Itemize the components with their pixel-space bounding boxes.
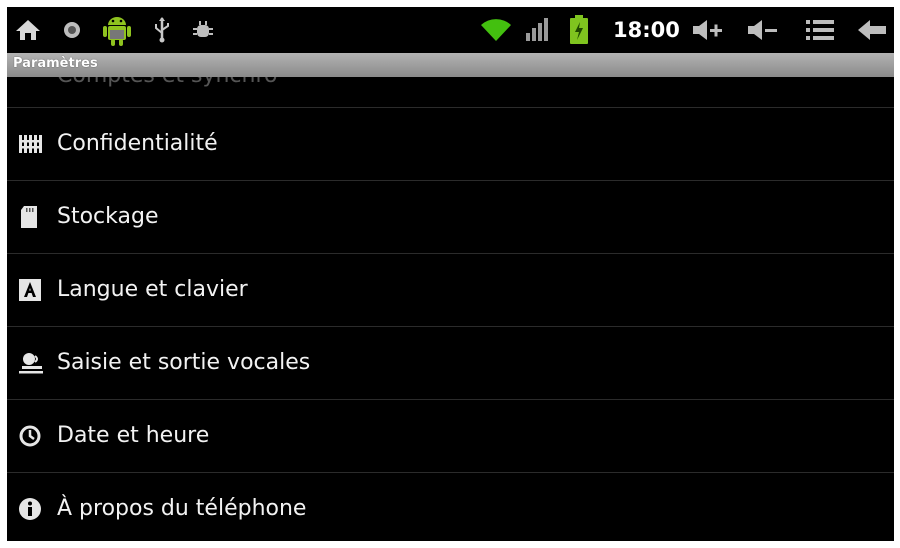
list-item-label: Comptes et synchro — [57, 77, 277, 88]
list-item-accounts-sync[interactable]: Comptes et synchro — [7, 77, 894, 108]
list-item-privacy[interactable]: Confidentialité — [7, 108, 894, 181]
device-screen: 18:00 Paramètres Confidentialité Stockag… — [7, 7, 894, 541]
record-icon — [61, 7, 83, 53]
status-clock: 18:00 — [613, 18, 680, 42]
settings-list: Comptes et synchro Confidentialité — [7, 77, 894, 541]
home-icon[interactable] — [13, 7, 43, 53]
status-bar: 18:00 — [7, 7, 894, 53]
volume-up-icon[interactable] — [690, 7, 726, 53]
list-item-label: Langue et clavier — [57, 277, 248, 302]
list-item-label: Saisie et sortie vocales — [57, 350, 311, 375]
title-bar: Paramètres — [7, 53, 894, 77]
list-item-label: Confidentialité — [57, 131, 218, 156]
android-icon — [100, 7, 134, 53]
info-icon — [19, 498, 41, 520]
volume-down-icon[interactable] — [745, 7, 781, 53]
clock-icon — [19, 425, 41, 447]
storage-icon — [19, 206, 41, 228]
list-item-label: Date et heure — [57, 423, 210, 448]
wifi-icon — [479, 7, 513, 53]
list-item-date-time[interactable]: Date et heure — [7, 400, 894, 473]
signal-icon — [523, 7, 553, 53]
usb-icon — [152, 7, 172, 53]
battery-icon — [567, 7, 591, 53]
list-item-label: Stockage — [57, 204, 159, 229]
list-item-voice-io[interactable]: Saisie et sortie vocales — [7, 327, 894, 400]
list-item-about-phone[interactable]: À propos du téléphone — [7, 473, 894, 541]
bug-icon — [191, 7, 215, 53]
back-icon[interactable] — [856, 7, 888, 53]
menu-icon[interactable] — [804, 7, 836, 53]
page-title: Paramètres — [13, 56, 98, 71]
list-item-label: À propos du téléphone — [57, 496, 307, 521]
list-item-language-keyboard[interactable]: Langue et clavier — [7, 254, 894, 327]
list-item-storage[interactable]: Stockage — [7, 181, 894, 254]
voice-icon — [19, 352, 43, 374]
privacy-icon — [19, 133, 42, 155]
language-icon — [19, 279, 41, 301]
